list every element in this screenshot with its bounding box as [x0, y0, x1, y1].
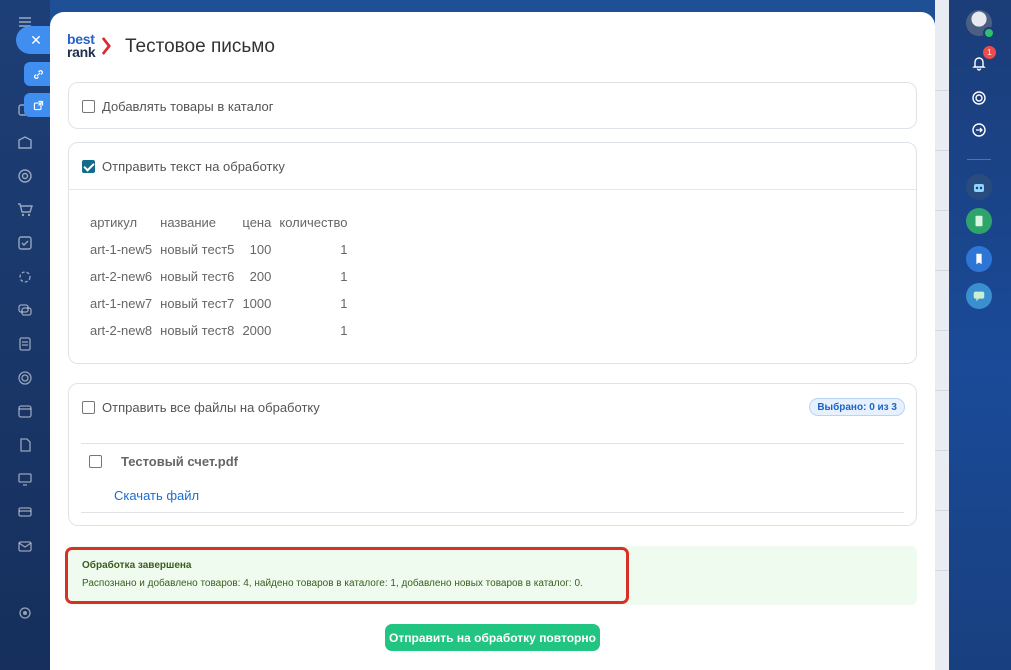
catalog-option-label: Добавлять товары в каталог [102, 98, 274, 114]
sync-button[interactable] [966, 117, 992, 143]
open-external-button[interactable] [24, 93, 52, 117]
highlight-frame [65, 547, 629, 604]
document-icon[interactable] [15, 334, 35, 354]
text-option-row[interactable]: Отправить текст на обработку [69, 143, 916, 189]
calendar-icon[interactable] [15, 401, 35, 421]
close-icon: ✕ [30, 31, 42, 48]
table-cell: новый тест8 [160, 323, 235, 338]
link-icon [33, 69, 43, 79]
file-name: Тестовый счет.pdf [121, 454, 238, 469]
notes-button[interactable] [966, 208, 992, 234]
table-cell: 1 [340, 269, 348, 284]
table-row: art-2-new6 новый тест6 200 1 [86, 263, 351, 290]
table-cell: новый тест6 [160, 269, 235, 284]
text-option-card: Отправить текст на обработку артикул наз… [68, 142, 917, 364]
assistant-bot-button[interactable] [966, 174, 992, 200]
target-icon[interactable] [15, 166, 35, 186]
table-row: art-1-new7 новый тест7 1000 1 [86, 290, 351, 317]
external-link-icon [33, 100, 43, 110]
file-icon[interactable] [15, 435, 35, 455]
catalog-option-card: Добавлять товары в каталог [68, 82, 917, 129]
download-file-link[interactable]: Скачать файл [114, 488, 199, 503]
logo-text-bottom: rank [67, 44, 96, 60]
file-item[interactable]: Тестовый счет.pdf [89, 454, 238, 469]
sync-icon [972, 123, 986, 137]
activity-button[interactable] [966, 85, 992, 111]
gear-icon[interactable] [15, 603, 35, 623]
resend-processing-button[interactable]: Отправить на обработку повторно [385, 624, 600, 651]
table-cell: 1 [340, 242, 348, 257]
table-cell: 1 [340, 323, 348, 338]
table-cell: новый тест7 [160, 296, 235, 311]
catalog-option-row[interactable]: Добавлять товары в каталог [69, 83, 916, 129]
right-rail: 1 [949, 0, 1011, 670]
notifications-button[interactable]: 1 [966, 46, 996, 76]
column-header: количество [279, 215, 348, 230]
table-row: art-1-new5 новый тест5 100 1 [86, 236, 351, 263]
modal-header: best rank Тестовое письмо [67, 32, 275, 62]
online-status-icon [983, 27, 995, 39]
modal-title: Тестовое письмо [125, 36, 275, 57]
card-icon[interactable] [15, 502, 35, 522]
table-cell: art-1-new7 [90, 296, 153, 311]
table-cell: 1 [340, 296, 348, 311]
files-checkbox[interactable] [82, 400, 95, 414]
puzzle-icon[interactable] [15, 267, 35, 287]
column-header: название [160, 215, 217, 230]
monitor-icon[interactable] [15, 469, 35, 489]
table-cell: 100 [249, 242, 272, 257]
text-checkbox[interactable] [82, 159, 95, 173]
settings-ring-icon[interactable] [15, 368, 35, 388]
selected-count-badge: Выбрано: 0 из 3 [809, 398, 905, 416]
text-option-label: Отправить текст на обработку [102, 158, 285, 174]
file-list-bottom-divider [81, 512, 904, 513]
column-header: артикул [90, 215, 138, 230]
table-cell: 1000 [242, 296, 272, 311]
catalog-checkbox[interactable] [82, 99, 95, 113]
messages-button[interactable] [966, 283, 992, 309]
spiral-icon [972, 91, 986, 105]
warehouse-icon[interactable] [15, 132, 35, 152]
table-cell: art-2-new6 [90, 269, 153, 284]
bookmark-icon [976, 253, 982, 265]
copy-link-button[interactable] [24, 62, 52, 86]
logo-chevron-icon [102, 37, 111, 55]
items-table: артикул название цена количество art-1-n… [86, 209, 351, 344]
column-header: цена [242, 215, 272, 230]
chat-bubble-icon [973, 291, 985, 302]
notebook-icon [975, 215, 983, 227]
table-header-row: артикул название цена количество [86, 209, 351, 236]
files-option-card: Отправить все файлы на обработку Выбрано… [68, 383, 917, 526]
table-cell: новый тест5 [160, 242, 235, 257]
file-checkbox[interactable] [89, 455, 102, 468]
files-option-row[interactable]: Отправить все файлы на обработку [69, 384, 916, 430]
table-cell: 2000 [242, 323, 272, 338]
chat-icon[interactable] [15, 300, 35, 320]
bestrank-logo: best rank [67, 32, 115, 62]
background-page [935, 0, 949, 670]
rail-divider [967, 159, 991, 160]
file-list-top-divider [81, 443, 904, 444]
table-cell: art-1-new5 [90, 242, 153, 257]
bookmarks-button[interactable] [966, 246, 992, 272]
test-email-modal: best rank Тестовое письмо Добавлять това… [50, 12, 935, 670]
mail-icon[interactable] [15, 536, 35, 556]
table-cell: art-2-new8 [90, 323, 153, 338]
files-option-label: Отправить все файлы на обработку [102, 399, 320, 415]
card-divider [69, 189, 916, 190]
user-avatar[interactable] [966, 10, 995, 39]
notification-count-badge: 1 [983, 46, 996, 59]
cart-icon[interactable] [15, 200, 35, 220]
table-cell: 200 [249, 269, 272, 284]
table-row: art-2-new8 новый тест8 2000 1 [86, 317, 351, 344]
tasks-icon[interactable] [15, 233, 35, 253]
robot-icon [974, 184, 984, 192]
